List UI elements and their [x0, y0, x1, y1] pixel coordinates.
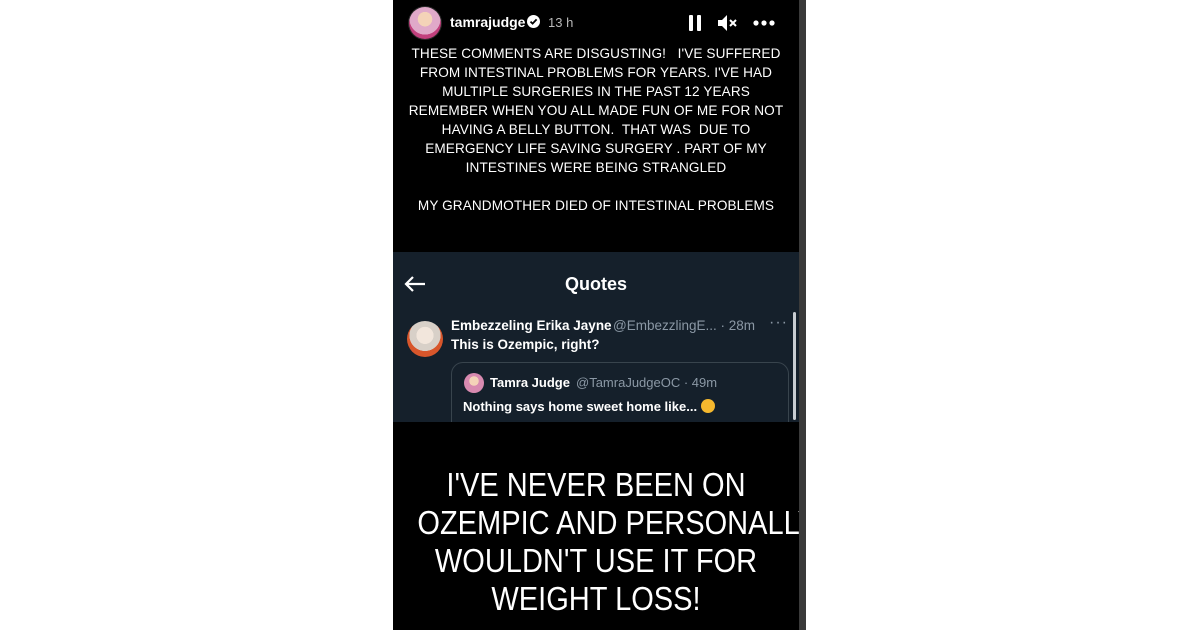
- quoted-author-avatar: [464, 373, 484, 393]
- more-options-icon[interactable]: [752, 13, 776, 33]
- caption-line: FROM INTESTINAL PROBLEMS FOR YEARS. I'VE…: [419, 65, 773, 80]
- overlay-line: WEIGHT LOSS!: [491, 580, 701, 617]
- emoji-icon: [701, 399, 716, 413]
- caption-line: MULTIPLE SURGERIES IN THE PAST 12 YEARS: [442, 84, 750, 99]
- story-caption: THESE COMMENTS ARE DISGUSTING! I'VE SUFF…: [393, 44, 799, 215]
- overlay-line: I'VE NEVER BEEN ON: [446, 466, 746, 503]
- tweet-author-handle: @EmbezzlingE... · 28m: [613, 318, 756, 333]
- story-header: tamrajudge 13 h: [393, 0, 799, 44]
- embed-scrollbar: [793, 312, 796, 420]
- post-time: 13 h: [548, 15, 574, 30]
- story-overlay-text: I'VE NEVER BEEN ON OZEMPIC AND PERSONALL…: [417, 466, 806, 618]
- embedded-screenshot: Quotes Embezzeling Erika Jayne @Embezzli…: [393, 252, 799, 422]
- quoted-author-handle: @TamraJudgeOC · 49m: [576, 375, 718, 390]
- quotes-title: Quotes: [564, 274, 627, 294]
- tweet-text: This is Ozempic, right?: [451, 337, 600, 352]
- muted-speaker-icon[interactable]: [716, 13, 738, 33]
- caption-line: THESE COMMENTS ARE DISGUSTING! I'VE SUFF…: [411, 46, 781, 61]
- caption-line: HAVING A BELLY BUTTON. THAT WAS DUE TO: [441, 122, 751, 137]
- caption-line: REMEMBER WHEN YOU ALL MADE FUN OF ME FOR…: [408, 103, 784, 118]
- quoted-tweet-card: Tamra Judge @TamraJudgeOC · 49m Nothing …: [451, 362, 789, 422]
- profile-avatar[interactable]: [409, 7, 441, 39]
- caption-line: MY GRANDMOTHER DIED OF INTESTINAL PROBLE…: [417, 198, 775, 213]
- caption-line: EMERGENCY LIFE SAVING SURGERY . PART OF …: [425, 141, 767, 156]
- story-viewer: tamrajudge 13 h THESE COMMENTS ARE DISGU…: [393, 0, 806, 630]
- caption-line: INTESTINES WERE BEING STRANGLED: [465, 160, 727, 175]
- verified-badge-icon: [527, 15, 540, 28]
- story-edge: [799, 0, 806, 630]
- overlay-line: WOULDN'T USE IT FOR: [434, 542, 758, 579]
- quoted-tweet-text: Nothing says home sweet home like...: [463, 399, 698, 414]
- tweet-author-name: Embezzeling Erika Jayne: [451, 318, 612, 333]
- overlay-line: OZEMPIC AND PERSONALLY: [417, 504, 806, 541]
- pause-icon[interactable]: [685, 13, 705, 33]
- tweet-more-icon: ···: [769, 314, 788, 331]
- tweet-author-avatar: [407, 321, 443, 357]
- quoted-tweet-text-wrap: Nothing says home sweet home like...: [463, 399, 716, 414]
- username[interactable]: tamrajudge: [450, 14, 525, 30]
- quotes-topbar: Quotes: [393, 252, 799, 312]
- quoted-author-name: Tamra Judge: [490, 375, 570, 390]
